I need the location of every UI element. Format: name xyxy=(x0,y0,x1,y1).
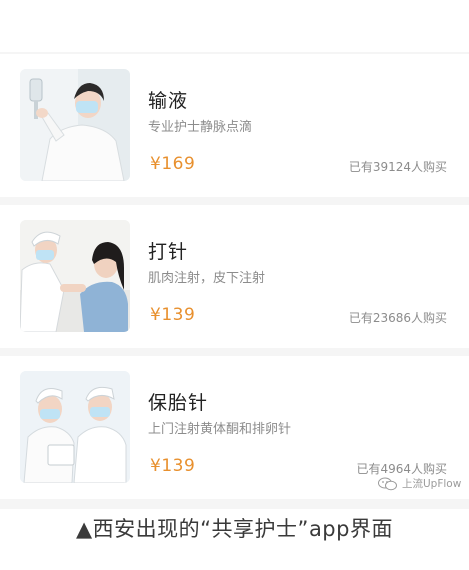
service-description: 肌肉注射，皮下注射 xyxy=(148,271,266,286)
service-description: 上门注射黄体酮和排卵针 xyxy=(148,422,292,437)
service-title: 输液 xyxy=(148,90,189,112)
nurse-iv-drip-photo xyxy=(20,69,130,181)
purchase-count: 已有39124人购买 xyxy=(348,160,447,174)
image-caption: ▲西安出现的“共享护士”app界面 xyxy=(0,509,469,570)
nurse-injection-photo xyxy=(20,220,130,332)
purchase-count: 已有23686人购买 xyxy=(348,311,447,325)
service-price: ¥139 xyxy=(150,456,196,476)
service-list: 输液 专业护士静脉点滴 ¥169 已有39124人购买 打针 肌肉注射，皮下注射… xyxy=(0,52,469,509)
top-blank-area xyxy=(0,0,469,52)
service-title: 打针 xyxy=(148,241,189,263)
watermark: 上流UpFlow xyxy=(378,476,461,491)
service-price: ¥169 xyxy=(150,154,196,174)
service-price: ¥139 xyxy=(150,305,196,325)
nurses-clipboard-photo xyxy=(20,371,130,483)
service-card-iv-drip[interactable]: 输液 专业护士静脉点滴 ¥169 已有39124人购买 xyxy=(0,54,469,197)
watermark-text: 上流UpFlow xyxy=(402,478,462,490)
wechat-icon xyxy=(378,477,398,491)
service-card-injection[interactable]: 打针 肌肉注射，皮下注射 ¥139 已有23686人购买 xyxy=(0,205,469,348)
service-title: 保胎针 xyxy=(148,392,209,414)
purchase-count: 已有4964人购买 xyxy=(356,462,447,476)
service-description: 专业护士静脉点滴 xyxy=(148,120,253,135)
